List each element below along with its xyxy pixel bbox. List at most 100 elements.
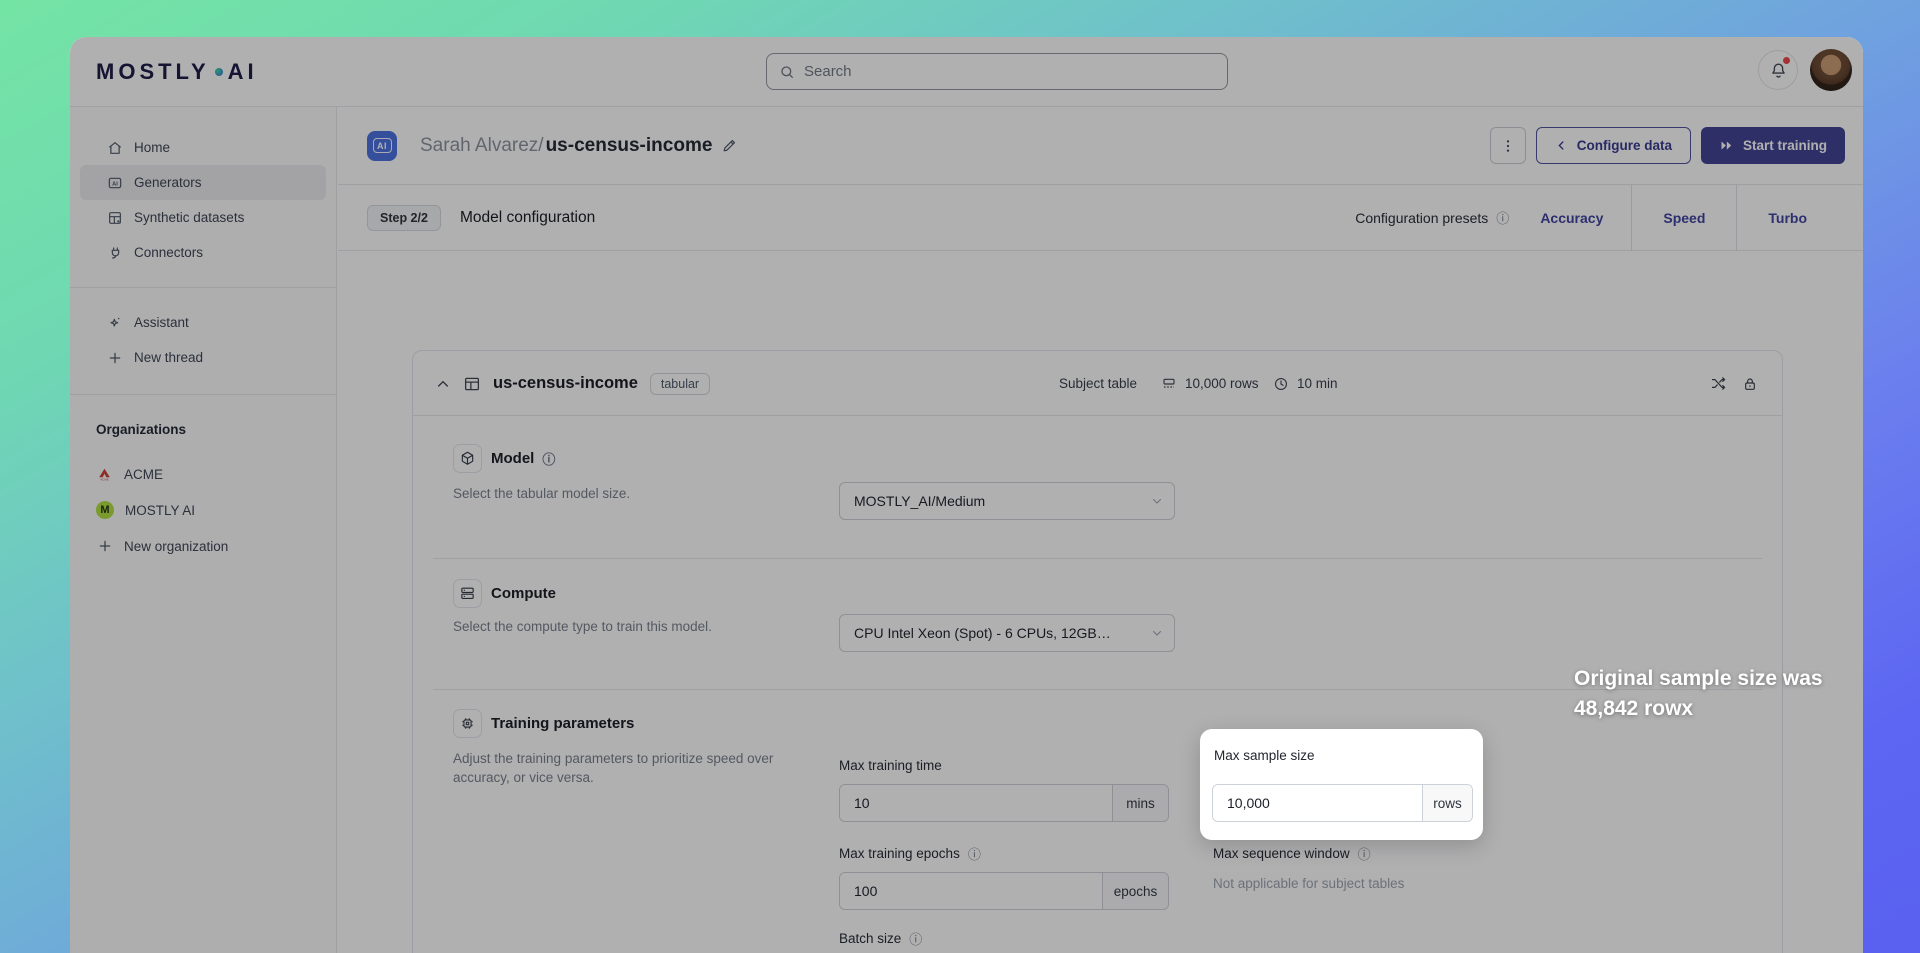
model-select-value: MOSTLY_AI/Medium	[854, 493, 985, 509]
max-training-time-unit: mins	[1112, 785, 1168, 821]
step-title: Model configuration	[460, 209, 595, 227]
info-icon[interactable]: ⓘ	[968, 844, 981, 863]
configure-data-label: Configure data	[1577, 138, 1672, 153]
sidebar-item-synthetic-datasets[interactable]: Synthetic datasets	[80, 200, 326, 235]
max-sequence-window-note: Not applicable for subject tables	[1213, 876, 1404, 891]
max-training-time-label: Max training time	[839, 757, 942, 773]
step-bar: Step 2/2 Model configuration Configurati…	[338, 185, 1863, 251]
svg-text:ACME: ACME	[100, 477, 108, 481]
training-duration: 10 min	[1273, 351, 1338, 416]
start-training-label: Start training	[1743, 138, 1827, 153]
subject-table-label: Subject table	[1059, 351, 1137, 416]
plus-icon	[96, 538, 113, 555]
compute-section-title: Compute	[491, 583, 556, 603]
sidebar-item-home[interactable]: Home	[80, 130, 326, 165]
shuffle-icon[interactable]	[1710, 375, 1727, 392]
main-content: AI Sarah Alvarez/us-census-income	[338, 107, 1863, 953]
sidebar-item-generators[interactable]: AI Generators	[80, 165, 326, 200]
training-section-desc: Adjust the training parameters to priori…	[453, 749, 793, 787]
sidebar-item-label: New thread	[134, 350, 203, 365]
start-training-button[interactable]: Start training	[1701, 127, 1845, 164]
table-type-badge: tabular	[650, 373, 710, 395]
collapse-chevron-up-icon[interactable]	[435, 376, 451, 392]
rows-icon	[1161, 376, 1177, 392]
logo-text-left: MOSTLY	[96, 59, 210, 85]
table-icon	[463, 375, 481, 393]
max-sample-size-field: rows	[1212, 784, 1473, 822]
sidebar-item-new-organization[interactable]: New organization	[70, 528, 336, 564]
app-window: MOSTLY AI Home	[70, 37, 1863, 953]
training-parameters-icon	[453, 709, 482, 738]
notifications-button[interactable]	[1758, 50, 1798, 90]
sidebar-divider	[70, 394, 336, 395]
sidebar-item-connectors[interactable]: Connectors	[80, 235, 326, 270]
owner-name: Sarah Alvarez/	[420, 135, 544, 157]
assistant-sparkle-icon	[106, 314, 123, 331]
sidebar-item-org-acme[interactable]: ACME ACME	[70, 456, 336, 492]
generator-name: us-census-income	[546, 135, 713, 157]
logo-dot-icon	[215, 68, 223, 76]
page-title: Sarah Alvarez/us-census-income	[420, 135, 738, 157]
preset-accuracy[interactable]: Accuracy	[1509, 210, 1631, 226]
organizations-heading: Organizations	[96, 422, 336, 444]
max-training-epochs-input[interactable]	[840, 873, 1102, 909]
tooltip-line-2: 48,842 rowx	[1574, 694, 1823, 724]
info-icon[interactable]: ⓘ	[542, 449, 555, 468]
batch-size-label: Batch sizeⓘ	[839, 930, 922, 946]
lock-icon[interactable]	[1742, 376, 1758, 392]
sidebar-item-assistant[interactable]: Assistant	[80, 305, 326, 340]
sidebar-item-label: Synthetic datasets	[134, 210, 244, 225]
info-icon[interactable]: ⓘ	[909, 929, 922, 948]
top-bar: MOSTLY AI	[70, 37, 1863, 107]
preset-speed[interactable]: Speed	[1632, 210, 1736, 226]
table-name: us-census-income	[493, 374, 638, 393]
org-item-label: ACME	[124, 467, 163, 482]
compute-select[interactable]: CPU Intel Xeon (Spot) - 6 CPUs, 12GB…	[839, 614, 1175, 652]
sidebar-divider	[70, 287, 336, 288]
sidebar-item-label: Home	[134, 140, 170, 155]
logo-text-right: AI	[228, 59, 258, 85]
max-sample-size-input[interactable]	[1213, 785, 1422, 821]
user-avatar[interactable]	[1810, 49, 1852, 91]
compute-section-desc: Select the compute type to train this mo…	[453, 617, 712, 636]
sidebar-item-new-thread[interactable]: New thread	[80, 340, 326, 375]
more-options-button[interactable]	[1490, 127, 1526, 164]
model-icon	[453, 444, 482, 473]
synthetic-datasets-icon	[106, 209, 123, 226]
model-select[interactable]: MOSTLY_AI/Medium	[839, 482, 1175, 520]
generator-header: AI Sarah Alvarez/us-census-income	[338, 107, 1863, 185]
sidebar-item-label: Connectors	[134, 245, 203, 260]
max-sequence-window-label: Max sequence windowⓘ	[1213, 845, 1371, 861]
max-sample-size-unit: rows	[1422, 785, 1472, 821]
home-icon	[106, 139, 123, 156]
configure-data-button[interactable]: Configure data	[1536, 127, 1691, 164]
search-icon	[779, 64, 795, 80]
info-icon[interactable]: ⓘ	[1496, 208, 1509, 227]
configuration-presets: Configuration presets ⓘ Accuracy Speed T…	[1355, 185, 1807, 250]
row-count: 10,000 rows	[1161, 351, 1259, 416]
generators-icon: AI	[106, 174, 123, 191]
table-card-header: us-census-income tabular Subject table 1…	[413, 351, 1782, 416]
step-badge: Step 2/2	[367, 205, 441, 231]
mostly-ai-org-icon: M	[96, 501, 114, 519]
info-icon[interactable]: ⓘ	[1358, 844, 1371, 863]
search-bar[interactable]	[766, 53, 1228, 90]
section-divider	[433, 558, 1762, 559]
chevron-down-icon	[1150, 494, 1164, 508]
svg-text:AI: AI	[112, 181, 118, 187]
sidebar-item-org-mostly-ai[interactable]: M MOSTLY AI	[70, 492, 336, 528]
model-section-title: Modelⓘ	[491, 448, 555, 468]
compute-icon	[453, 579, 482, 608]
max-sample-size-spotlight: Max sample size rows	[1200, 729, 1483, 840]
desktop-background: MOSTLY AI Home	[0, 0, 1920, 953]
org-item-label: MOSTLY AI	[125, 503, 195, 518]
section-divider	[433, 689, 1762, 690]
search-input[interactable]	[804, 63, 1215, 80]
generator-type-icon: AI	[367, 131, 397, 161]
edit-name-icon[interactable]	[721, 137, 738, 154]
acme-logo-icon: ACME	[96, 466, 113, 483]
preset-turbo[interactable]: Turbo	[1737, 210, 1807, 226]
max-training-epochs-field: epochs	[839, 872, 1169, 910]
max-training-time-input[interactable]	[840, 785, 1112, 821]
model-section-desc: Select the tabular model size.	[453, 484, 630, 503]
